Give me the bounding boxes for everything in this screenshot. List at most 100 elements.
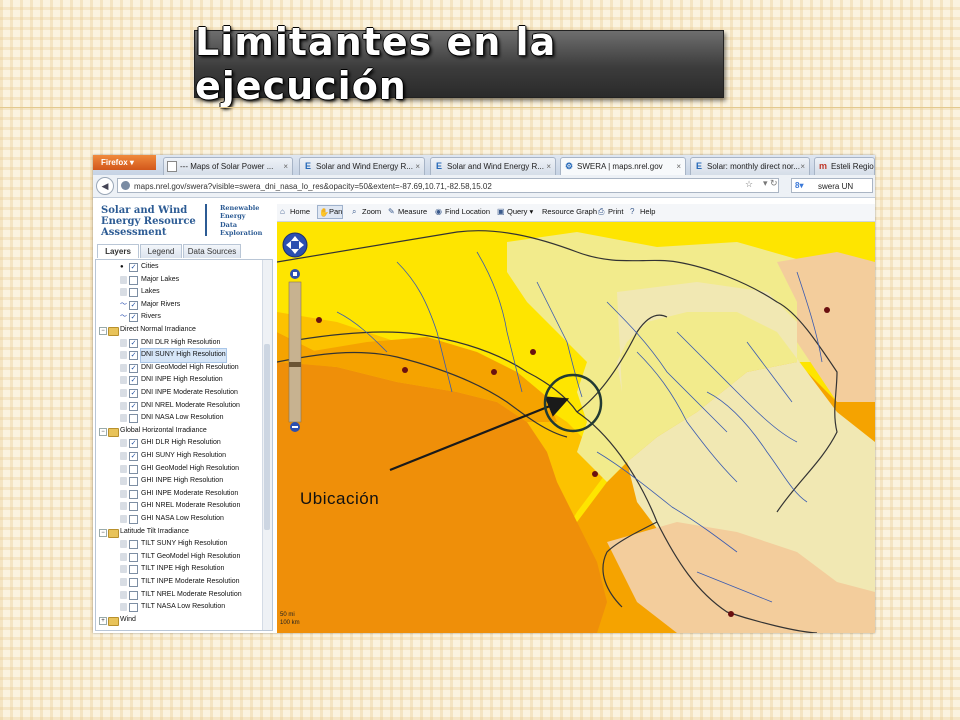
layer-checkbox[interactable] [129,565,138,575]
layer-legend-icon [120,389,127,397]
folder-icon [108,616,119,626]
layer-tree-scrollbar[interactable] [262,260,272,630]
layer-checkbox[interactable] [129,540,138,550]
brand-side: Renewable Energy Data Exploration [220,204,262,237]
layer-checkbox[interactable]: ✓ [129,351,138,361]
zoom-button[interactable]: ⌕ Zoom [351,205,381,219]
magnifier-icon: ⌕ [352,207,357,216]
collapse-icon[interactable]: − [99,327,107,335]
layer-checkbox[interactable] [129,603,138,613]
layer-checkbox[interactable] [129,288,138,298]
layer-checkbox[interactable] [129,502,138,512]
layer-label: Major Lakes [141,275,180,283]
collapse-icon[interactable]: − [99,427,107,436]
globe-icon [121,181,130,190]
layer-label: Global Horizontal Irradiance [120,426,207,434]
cities-legend-icon: ● [120,264,124,270]
pan-button[interactable]: ✋ Pan [317,205,344,219]
brand-main-line: Assessment [101,227,167,238]
zoom-label: Zoom [362,207,382,216]
layer-label: GHI INPE High Resolution [141,477,224,485]
layer-checkbox[interactable]: ✓ [129,300,138,310]
layer-checkbox[interactable]: ✓ [129,363,138,373]
browser-tab[interactable]: m Esteli Regio [814,157,875,175]
layer-label: GHI GeoModel High Resolution [141,464,240,472]
browser-tab-label: Esteli Regio [831,162,874,171]
home-button[interactable]: ⌂ Home [279,205,310,219]
title-divider [0,107,960,108]
layer-legend-icon [120,452,127,460]
expand-icon[interactable]: + [99,616,107,625]
scrollbar-thumb[interactable] [264,344,270,530]
url-bar[interactable]: maps.nrel.gov/swera?visible=swera_dni_na… [117,178,779,193]
measure-button[interactable]: ✎ Measure [387,205,427,219]
bookmark-star-icon[interactable]: ☆ [745,179,753,190]
find-location-button[interactable]: ◉ Find Location [434,205,490,219]
layer-legend-icon [120,464,127,473]
collapse-icon[interactable]: − [99,528,107,537]
browser-tab-label: --- Maps of Solar Power ... [180,162,274,171]
layer-legend-icon [120,603,127,612]
back-arrow-icon[interactable]: ◀ [96,177,114,195]
layer-legend-icon [120,552,127,561]
layer-checkbox[interactable] [129,552,138,562]
side-tab-layers[interactable]: Layers [97,244,139,258]
close-tab-icon[interactable]: × [546,158,551,175]
close-tab-icon[interactable]: × [283,158,288,175]
help-button[interactable]: ? Help [629,205,655,219]
query-button[interactable]: ▣ Query ▾ [496,205,533,219]
brand-side-line: Energy [220,212,246,221]
e-page-icon: E [304,161,311,171]
side-tab-data-sources[interactable]: Data Sources [183,244,241,258]
printer-icon: ⎙ [598,207,605,216]
layer-checkbox[interactable] [129,275,138,285]
layer-checkbox[interactable] [129,414,138,424]
close-tab-icon[interactable]: × [415,158,420,175]
side-tab-legend[interactable]: Legend [140,244,182,258]
print-button[interactable]: ⎙ Print [597,205,623,219]
map-view[interactable]: 50 mi 100 km [277,222,875,633]
layer-checkbox[interactable]: ✓ [129,439,138,449]
layer-checkbox[interactable]: ✓ [129,338,138,348]
layer-checkbox[interactable]: ✓ [129,452,138,461]
layer-label: GHI DLR High Resolution [141,439,221,447]
layer-checkbox[interactable]: ✓ [129,313,138,323]
measure-label: Measure [398,207,428,216]
firefox-menu-button[interactable]: Firefox ▾ [93,155,156,170]
layer-checkbox[interactable]: ✓ [129,401,138,411]
irradiance-map[interactable] [277,222,875,633]
close-tab-icon[interactable]: × [800,158,805,175]
slide-title-box: Limitantes en la ejecución [194,20,724,108]
layer-label: Major Rivers [141,300,181,308]
layer-checkbox[interactable]: ✓ [129,376,138,386]
close-tab-icon[interactable]: × [676,158,681,175]
layer-legend-icon [120,489,127,498]
url-text: maps.nrel.gov/swera?visible=swera_dni_na… [134,182,492,191]
layer-checkbox[interactable] [129,477,138,487]
layer-checkbox[interactable] [129,464,138,474]
layer-checkbox[interactable] [129,515,138,524]
layer-checkbox[interactable] [129,578,138,587]
browser-tab[interactable]: ⚙ SWERA | maps.nrel.gov × [560,157,686,175]
search-box[interactable]: 8▾ swera UN [791,178,873,193]
layer-checkbox[interactable] [129,590,138,600]
help-icon: ? [630,207,635,216]
e-page-icon: E [695,161,702,171]
layer-label: TILT INPE High Resolution [141,565,225,573]
reload-icon[interactable]: ▾ ↻ [763,178,778,189]
layer-legend-icon [120,439,127,448]
layer-label: GHI NASA Low Resolution [141,515,224,522]
browser-tab[interactable]: --- Maps of Solar Power ... × [163,157,293,175]
ruler-icon: ✎ [388,207,395,216]
layer-label: TILT GeoModel High Resolution [141,552,241,560]
layer-checkbox[interactable]: ✓ [129,263,138,272]
layer-checkbox[interactable] [129,489,138,499]
rivers-legend-icon: 〜 [120,300,127,308]
browser-tab[interactable]: E Solar: monthly direct nor... × [690,157,810,175]
swera-icon: ⚙ [564,161,574,171]
browser-tab[interactable]: E Solar and Wind Energy R... × [430,157,556,175]
brand-main-line: Solar and Wind [101,205,188,216]
resource-graph-button[interactable]: Resource Graph [542,205,597,219]
layer-checkbox[interactable]: ✓ [129,389,138,398]
browser-tab[interactable]: E Solar and Wind Energy R... × [299,157,425,175]
